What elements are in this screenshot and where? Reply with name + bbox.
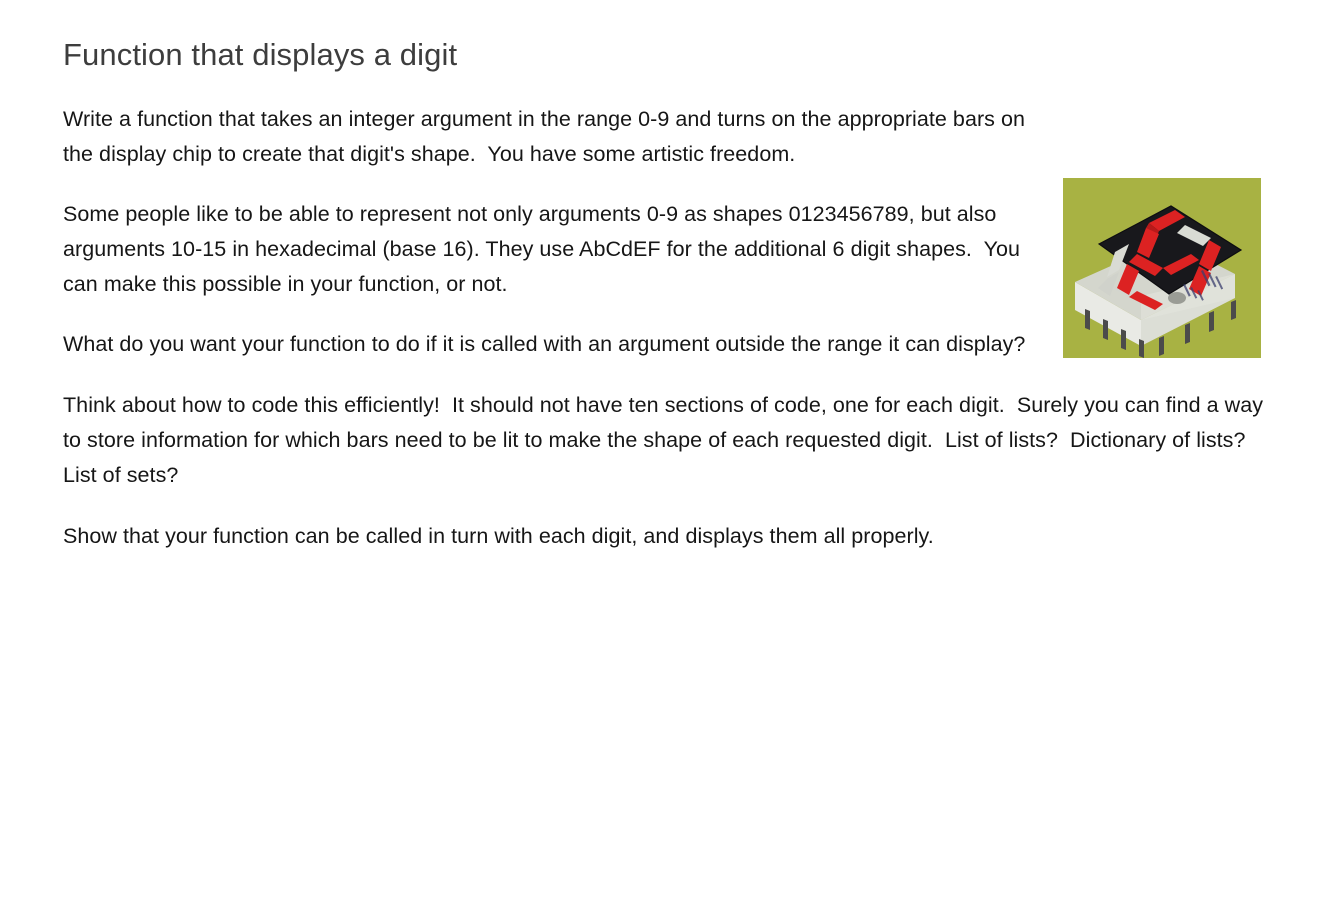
- document-content: Function that displays a digit Write a f…: [63, 0, 1293, 554]
- paragraph-1: Write a function that takes an integer a…: [63, 106, 1032, 166]
- paragraph-4: Think about how to code this efficiently…: [63, 392, 1270, 487]
- paragraph-5: Show that your function can be called in…: [63, 524, 934, 549]
- document-page: Function that displays a digit Write a f…: [0, 0, 1325, 906]
- seven-segment-display-figure: [1063, 177, 1261, 358]
- seven-segment-display-photo: [1063, 177, 1261, 358]
- page-title: Function that displays a digit: [63, 37, 458, 72]
